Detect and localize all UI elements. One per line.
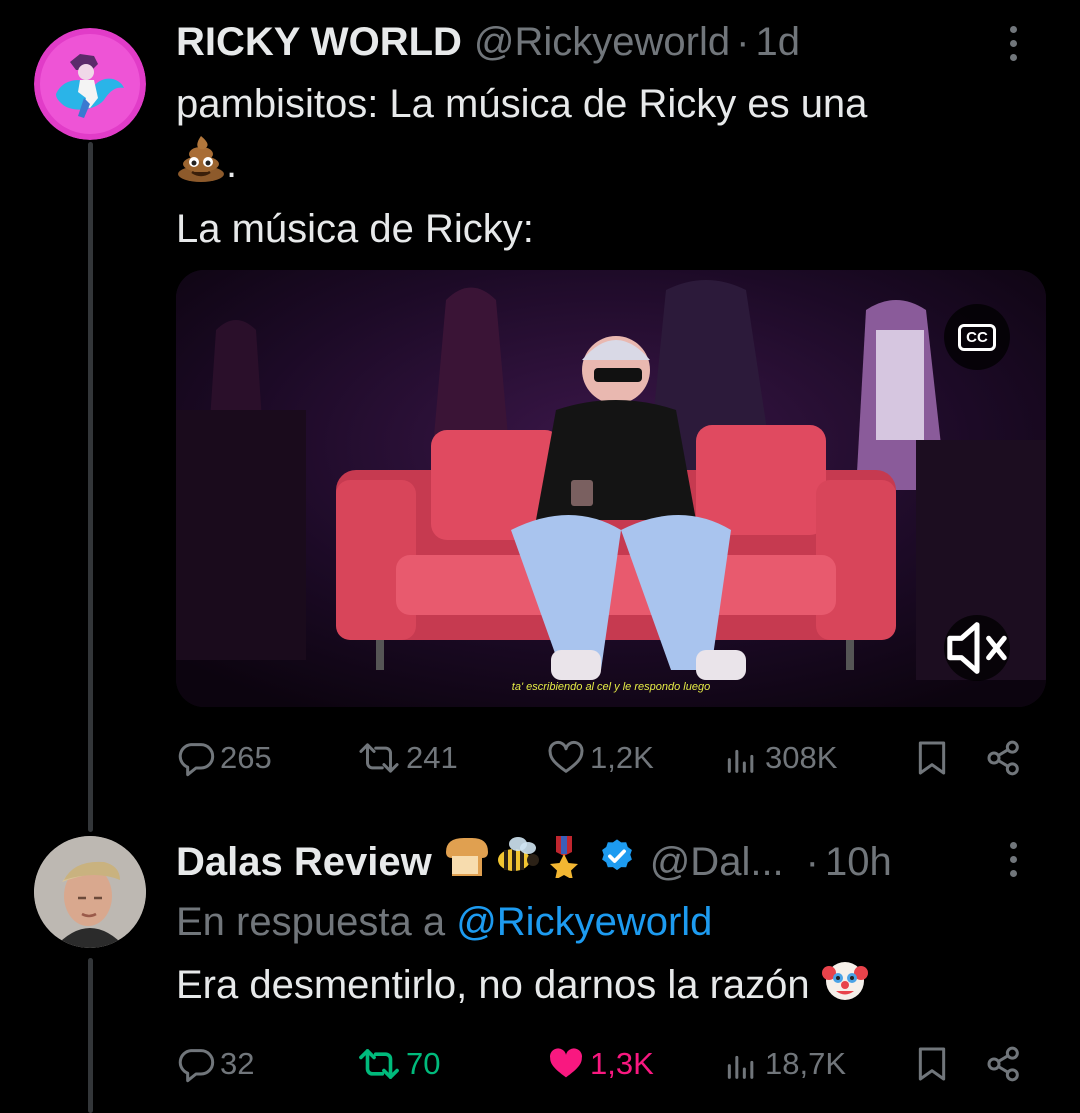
- medal-emoji-icon: [544, 834, 584, 889]
- share-button[interactable]: [984, 1044, 1024, 1084]
- author-handle[interactable]: @Dal...: [650, 838, 784, 886]
- separator-dot: ·: [736, 20, 750, 64]
- views-icon: [727, 749, 754, 773]
- tweet-header: RICKY WORLD @Rickyeworld · 1d: [176, 18, 1040, 66]
- tweet-text: Era desmentirlo, no darnos la razón: [176, 955, 1040, 1020]
- closed-captions-icon: CC: [958, 323, 996, 351]
- verified-badge-icon: [598, 837, 636, 886]
- timestamp[interactable]: 1d: [755, 18, 800, 66]
- retweet-button[interactable]: 70: [356, 1044, 546, 1084]
- more-options-icon[interactable]: [1010, 26, 1020, 61]
- volume-muted-icon: [947, 622, 1007, 674]
- like-count: 1,2K: [590, 740, 654, 775]
- tweet-text-line-2: .: [176, 134, 1040, 199]
- tweet-actions: 32 70 1,3K 18,7K: [176, 1044, 1024, 1084]
- tweet-actions: 265 241 1,2K 308K: [176, 738, 1024, 778]
- views-button[interactable]: 308K: [721, 738, 891, 778]
- retweet-count: 241: [406, 740, 458, 775]
- tweet-text-period: .: [226, 142, 238, 187]
- video-frame-image: [176, 270, 1046, 707]
- bread-emoji-icon: [440, 834, 490, 889]
- bookmark-icon: [918, 741, 946, 775]
- share-button[interactable]: [984, 738, 1024, 778]
- poop-emoji-icon: [176, 134, 226, 199]
- like-button[interactable]: 1,3K: [546, 1044, 721, 1084]
- reply-count: 265: [220, 740, 272, 775]
- reply-icon: [178, 743, 215, 777]
- bee-emoji-icon: [492, 834, 542, 889]
- mute-button[interactable]: [944, 615, 1010, 681]
- author-name[interactable]: Dalas Review: [176, 838, 432, 886]
- avatar-ricky-world[interactable]: [34, 28, 146, 140]
- separator-dot: ·: [805, 839, 819, 884]
- views-count: 308K: [765, 740, 838, 775]
- heart-icon: [548, 740, 584, 773]
- reply-prefix: En respuesta a: [176, 900, 446, 944]
- tweet-text-line-1: pambisitos: La música de Ricky es una: [176, 82, 868, 126]
- clown-emoji-icon: [821, 955, 869, 1020]
- like-button[interactable]: 1,2K: [546, 738, 721, 778]
- reply-icon: [178, 1049, 215, 1083]
- video-player[interactable]: CC ta' escribiendo al cel y le respondo …: [176, 270, 1046, 707]
- reply-button[interactable]: 32: [176, 1044, 356, 1084]
- retweet-button[interactable]: 241: [356, 738, 546, 778]
- avatar-dalas-review[interactable]: [34, 836, 146, 948]
- views-button[interactable]: 18,7K: [721, 1044, 891, 1084]
- reply-to-link[interactable]: @Rickyeworld: [456, 900, 712, 944]
- tweet-ricky-world[interactable]: RICKY WORLD @Rickyeworld · 1d pambisitos…: [176, 18, 1040, 259]
- tweet-text-line-3: La música de Ricky:: [176, 207, 534, 251]
- reply-context: En respuesta a @Rickyeworld: [176, 895, 1040, 949]
- reply-count: 32: [220, 1046, 255, 1081]
- tweet-header: Dalas Review @Dal... · 10h: [176, 834, 1040, 889]
- video-subtitle: ta' escribiendo al cel y le respondo lue…: [511, 681, 711, 693]
- captions-button[interactable]: CC: [944, 304, 1010, 370]
- bookmark-button[interactable]: [914, 1044, 950, 1084]
- author-name[interactable]: RICKY WORLD: [176, 18, 462, 66]
- views-count: 18,7K: [765, 1046, 847, 1081]
- share-icon: [987, 740, 1019, 776]
- author-handle[interactable]: @Rickyeworld: [474, 18, 730, 66]
- views-icon: [727, 1055, 754, 1079]
- share-icon: [987, 1046, 1019, 1082]
- bookmark-button[interactable]: [914, 738, 950, 778]
- reply-button[interactable]: 265: [176, 738, 356, 778]
- like-count: 1,3K: [590, 1046, 654, 1081]
- retweet-count: 70: [406, 1046, 441, 1081]
- tweet-text: pambisitos: La música de Ricky es una . …: [176, 74, 1040, 259]
- thread-line-top: [88, 142, 93, 832]
- thread-line-bottom: [88, 958, 93, 1113]
- bookmark-icon: [918, 1047, 946, 1081]
- tweet-text-content: Era desmentirlo, no darnos la razón: [176, 963, 810, 1008]
- heart-filled-icon: [549, 1048, 583, 1078]
- retweet-icon: [359, 1049, 399, 1079]
- more-options-icon[interactable]: [1010, 842, 1020, 877]
- retweet-icon: [359, 743, 399, 773]
- tweet-dalas-review[interactable]: Dalas Review @Dal... · 10h En respuesta …: [176, 834, 1040, 1020]
- timestamp[interactable]: 10h: [825, 838, 892, 886]
